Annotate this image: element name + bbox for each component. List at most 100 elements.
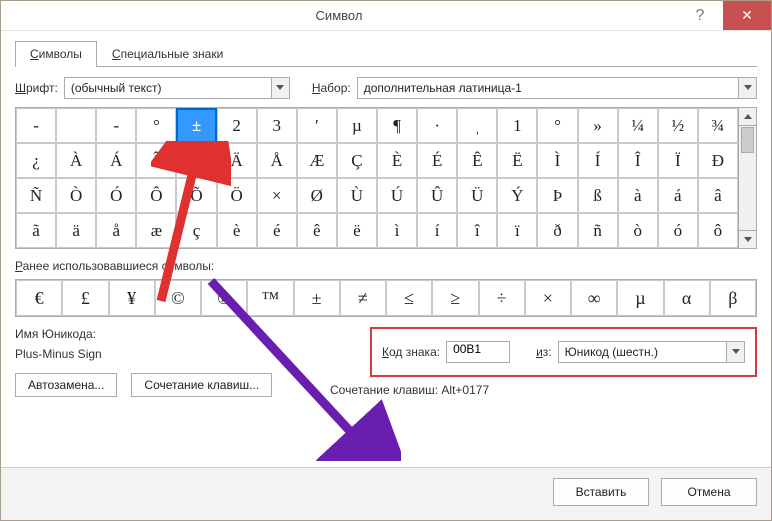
code-input[interactable]: 00B1: [446, 341, 510, 363]
symbol-cell[interactable]: ß: [578, 178, 618, 213]
symbol-cell[interactable]: Ù: [337, 178, 377, 213]
recent-symbol-cell[interactable]: ≥: [432, 280, 478, 316]
grid-scrollbar[interactable]: [738, 108, 756, 248]
symbol-cell[interactable]: Ã: [176, 143, 216, 178]
symbol-cell[interactable]: Ö: [217, 178, 257, 213]
font-select[interactable]: (обычный текст): [64, 77, 290, 99]
recent-symbol-cell[interactable]: ©: [155, 280, 201, 316]
symbol-cell[interactable]: Ó: [96, 178, 136, 213]
symbol-cell[interactable]: Í: [578, 143, 618, 178]
recent-symbol-cell[interactable]: ®: [201, 280, 247, 316]
symbol-cell[interactable]: -: [16, 108, 56, 143]
recent-symbol-cell[interactable]: ∞: [571, 280, 617, 316]
symbol-cell[interactable]: ¶: [377, 108, 417, 143]
symbol-cell[interactable]: ×: [257, 178, 297, 213]
symbol-cell[interactable]: ¿: [16, 143, 56, 178]
close-button[interactable]: ✕: [723, 1, 771, 30]
symbol-cell[interactable]: É: [417, 143, 457, 178]
symbol-cell[interactable]: ˌ: [457, 108, 497, 143]
symbol-cell[interactable]: ñ: [578, 213, 618, 248]
shortcut-key-button[interactable]: Сочетание клавиш...: [131, 373, 272, 397]
tab-special[interactable]: Специальные знаки: [97, 41, 238, 67]
symbol-cell[interactable]: ê: [297, 213, 337, 248]
symbol-cell[interactable]: è: [217, 213, 257, 248]
symbol-cell[interactable]: ô: [698, 213, 738, 248]
recent-symbol-cell[interactable]: ™: [247, 280, 293, 316]
symbol-cell[interactable]: °: [136, 108, 176, 143]
symbol-cell[interactable]: µ: [337, 108, 377, 143]
scroll-down-icon[interactable]: [739, 230, 756, 248]
symbol-cell[interactable]: Ë: [497, 143, 537, 178]
symbol-cell[interactable]: Ò: [56, 178, 96, 213]
symbol-cell[interactable]: Ú: [377, 178, 417, 213]
help-button[interactable]: ?: [677, 1, 723, 30]
symbol-cell[interactable]: È: [377, 143, 417, 178]
symbol-cell[interactable]: Ð: [698, 143, 738, 178]
scroll-up-icon[interactable]: [739, 108, 756, 126]
symbol-cell[interactable]: ì: [377, 213, 417, 248]
scroll-thumb[interactable]: [741, 127, 754, 153]
symbol-cell[interactable]: Î: [618, 143, 658, 178]
symbol-cell[interactable]: °: [537, 108, 577, 143]
symbol-cell[interactable]: ã: [16, 213, 56, 248]
recent-symbol-cell[interactable]: ±: [294, 280, 340, 316]
symbol-cell[interactable]: Ü: [457, 178, 497, 213]
symbol-cell[interactable]: í: [417, 213, 457, 248]
symbol-cell[interactable]: ï: [497, 213, 537, 248]
symbol-cell[interactable]: Ñ: [16, 178, 56, 213]
symbol-cell[interactable]: Ê: [457, 143, 497, 178]
symbol-cell[interactable]: Å: [257, 143, 297, 178]
subset-select[interactable]: дополнительная латиница-1: [357, 77, 757, 99]
symbol-cell[interactable]: Ï: [658, 143, 698, 178]
symbol-cell[interactable]: Û: [417, 178, 457, 213]
recent-symbol-cell[interactable]: µ: [617, 280, 663, 316]
symbol-cell[interactable]: ʹ: [297, 108, 337, 143]
symbol-cell[interactable]: á: [658, 178, 698, 213]
symbol-cell[interactable]: î: [457, 213, 497, 248]
recent-symbol-cell[interactable]: £: [62, 280, 108, 316]
symbol-cell[interactable]: â: [698, 178, 738, 213]
symbol-cell[interactable]: ë: [337, 213, 377, 248]
symbol-cell[interactable]: -: [96, 108, 136, 143]
recent-symbol-cell[interactable]: α: [664, 280, 710, 316]
symbol-cell[interactable]: Õ: [176, 178, 216, 213]
recent-symbol-cell[interactable]: ×: [525, 280, 571, 316]
symbol-cell[interactable]: 1: [497, 108, 537, 143]
autocorrect-button[interactable]: Автозамена...: [15, 373, 117, 397]
symbol-cell[interactable]: Ç: [337, 143, 377, 178]
symbol-cell[interactable]: »: [578, 108, 618, 143]
symbol-cell[interactable]: Ä: [217, 143, 257, 178]
symbol-cell[interactable]: æ: [136, 213, 176, 248]
symbol-cell[interactable]: é: [257, 213, 297, 248]
symbol-cell[interactable]: ±: [176, 108, 216, 143]
symbol-cell[interactable]: Ø: [297, 178, 337, 213]
symbol-cell[interactable]: 3: [257, 108, 297, 143]
from-select[interactable]: Юникод (шестн.): [558, 341, 745, 363]
symbol-cell[interactable]: Ô: [136, 178, 176, 213]
symbol-cell[interactable]: ç: [176, 213, 216, 248]
recent-symbol-cell[interactable]: €: [16, 280, 62, 316]
cancel-button[interactable]: Отмена: [661, 478, 757, 506]
symbol-cell[interactable]: ä: [56, 213, 96, 248]
symbol-cell[interactable]: Æ: [297, 143, 337, 178]
symbol-cell[interactable]: à: [618, 178, 658, 213]
recent-symbol-cell[interactable]: ¥: [109, 280, 155, 316]
symbol-cell[interactable]: [56, 108, 96, 143]
symbol-cell[interactable]: Þ: [537, 178, 577, 213]
symbol-cell[interactable]: ¾: [698, 108, 738, 143]
symbol-cell[interactable]: Ì: [537, 143, 577, 178]
recent-symbol-cell[interactable]: ÷: [479, 280, 525, 316]
recent-symbol-cell[interactable]: ≤: [386, 280, 432, 316]
symbol-cell[interactable]: À: [56, 143, 96, 178]
tab-symbols[interactable]: Символы: [15, 41, 97, 67]
recent-symbol-cell[interactable]: ≠: [340, 280, 386, 316]
symbol-cell[interactable]: ò: [618, 213, 658, 248]
insert-button[interactable]: Вставить: [553, 478, 649, 506]
symbol-cell[interactable]: Â: [136, 143, 176, 178]
symbol-cell[interactable]: ð: [537, 213, 577, 248]
symbol-cell[interactable]: å: [96, 213, 136, 248]
recent-symbol-cell[interactable]: β: [710, 280, 756, 316]
symbol-cell[interactable]: ó: [658, 213, 698, 248]
symbol-cell[interactable]: Á: [96, 143, 136, 178]
symbol-cell[interactable]: Ý: [497, 178, 537, 213]
